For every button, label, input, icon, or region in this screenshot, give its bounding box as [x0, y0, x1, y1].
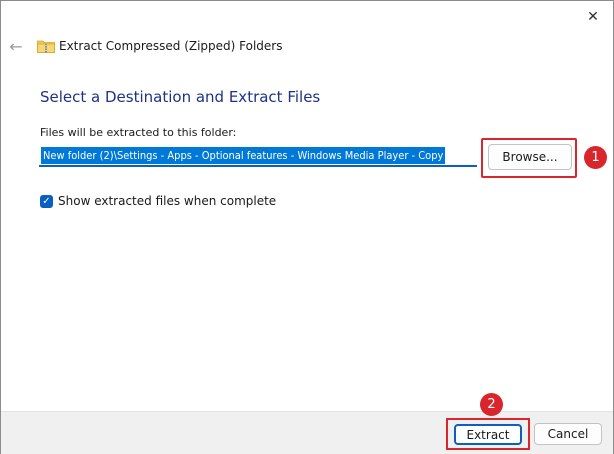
- show-files-checkbox[interactable]: ✓: [40, 194, 53, 208]
- show-files-option[interactable]: ✓ Show extracted files when complete: [40, 194, 276, 208]
- zipped-folder-icon: [37, 40, 55, 53]
- destination-label: Files will be extracted to this folder:: [40, 126, 237, 139]
- checkmark-icon: ✓: [42, 195, 51, 207]
- browse-button[interactable]: Browse...: [488, 144, 572, 170]
- back-button[interactable]: ←: [5, 35, 27, 57]
- page-heading: Select a Destination and Extract Files: [40, 88, 321, 106]
- back-arrow-icon: ←: [9, 36, 23, 56]
- close-icon: ✕: [587, 9, 599, 25]
- window-title: Extract Compressed (Zipped) Folders: [59, 39, 283, 53]
- annotation-badge-2: 2: [480, 393, 503, 416]
- destination-path-input[interactable]: New folder (2)\Settings - Apps - Optiona…: [39, 145, 477, 167]
- cancel-button[interactable]: Cancel: [534, 423, 602, 445]
- extract-button[interactable]: Extract: [454, 424, 522, 445]
- extract-dialog: ✕ ← Extract Compressed (Zipped) Folders …: [0, 0, 614, 454]
- destination-path-text: New folder (2)\Settings - Apps - Optiona…: [41, 147, 446, 164]
- show-files-label: Show extracted files when complete: [58, 194, 277, 208]
- close-button[interactable]: ✕: [575, 3, 611, 31]
- annotation-badge-1: 1: [584, 146, 607, 169]
